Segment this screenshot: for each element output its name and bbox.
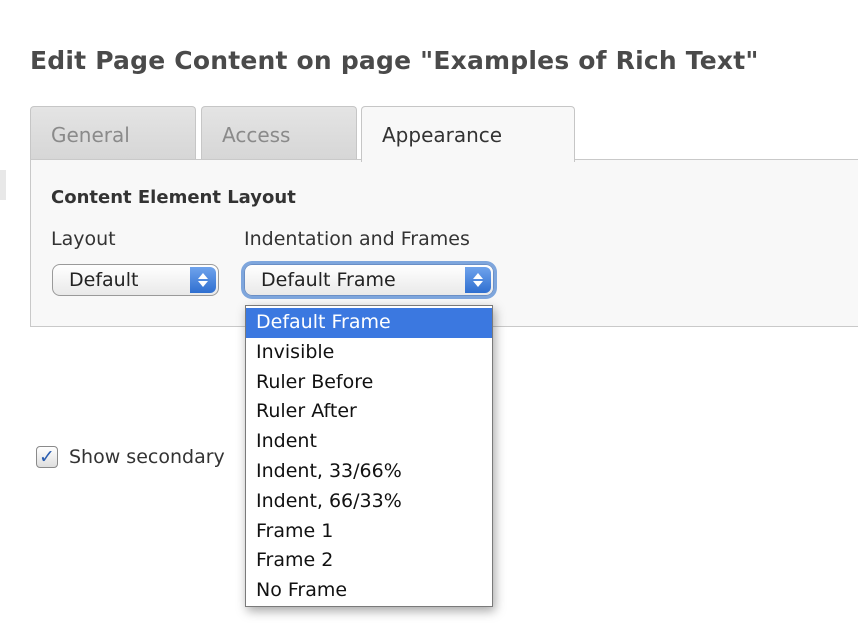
dropdown-option[interactable]: Frame 2 [246, 546, 492, 576]
page-title: Edit Page Content on page "Examples of R… [30, 46, 759, 75]
tab-bar: General Access Appearance [30, 106, 858, 162]
dropdown-option[interactable]: Ruler Before [246, 368, 492, 398]
checkmark-icon: ✓ [39, 446, 55, 468]
layout-select[interactable]: Default [52, 264, 219, 296]
dropdown-option[interactable]: Indent, 33/66% [246, 457, 492, 487]
tab-access[interactable]: Access [201, 106, 357, 160]
tab-general[interactable]: General [30, 106, 196, 160]
layout-select-value: Default [69, 269, 139, 291]
dropdown-option[interactable]: Indent, 66/33% [246, 487, 492, 517]
dropdown-option[interactable]: Indent [246, 427, 492, 457]
dropdown-option[interactable]: No Frame [246, 576, 492, 606]
select-stepper-icon [465, 267, 491, 293]
indentation-dropdown-list[interactable]: Default Frame Invisible Ruler Before Rul… [245, 305, 493, 607]
indentation-select[interactable]: Default Frame [244, 264, 494, 296]
dropdown-option[interactable]: Frame 1 [246, 517, 492, 547]
window-edge [0, 170, 6, 200]
section-title: Content Element Layout [51, 187, 296, 208]
appearance-panel: Content Element Layout Layout Indentatio… [30, 159, 858, 327]
show-secondary-checkbox[interactable]: ✓ [36, 446, 58, 468]
tab-appearance[interactable]: Appearance [361, 106, 575, 162]
dropdown-option[interactable]: Invisible [246, 338, 492, 368]
select-stepper-icon [190, 267, 216, 293]
show-secondary-label: Show secondary [69, 446, 225, 468]
indentation-label: Indentation and Frames [244, 228, 470, 250]
dropdown-option[interactable]: Default Frame [246, 308, 492, 338]
dropdown-option[interactable]: Ruler After [246, 397, 492, 427]
layout-label: Layout [51, 228, 116, 250]
indentation-select-value: Default Frame [261, 269, 396, 291]
